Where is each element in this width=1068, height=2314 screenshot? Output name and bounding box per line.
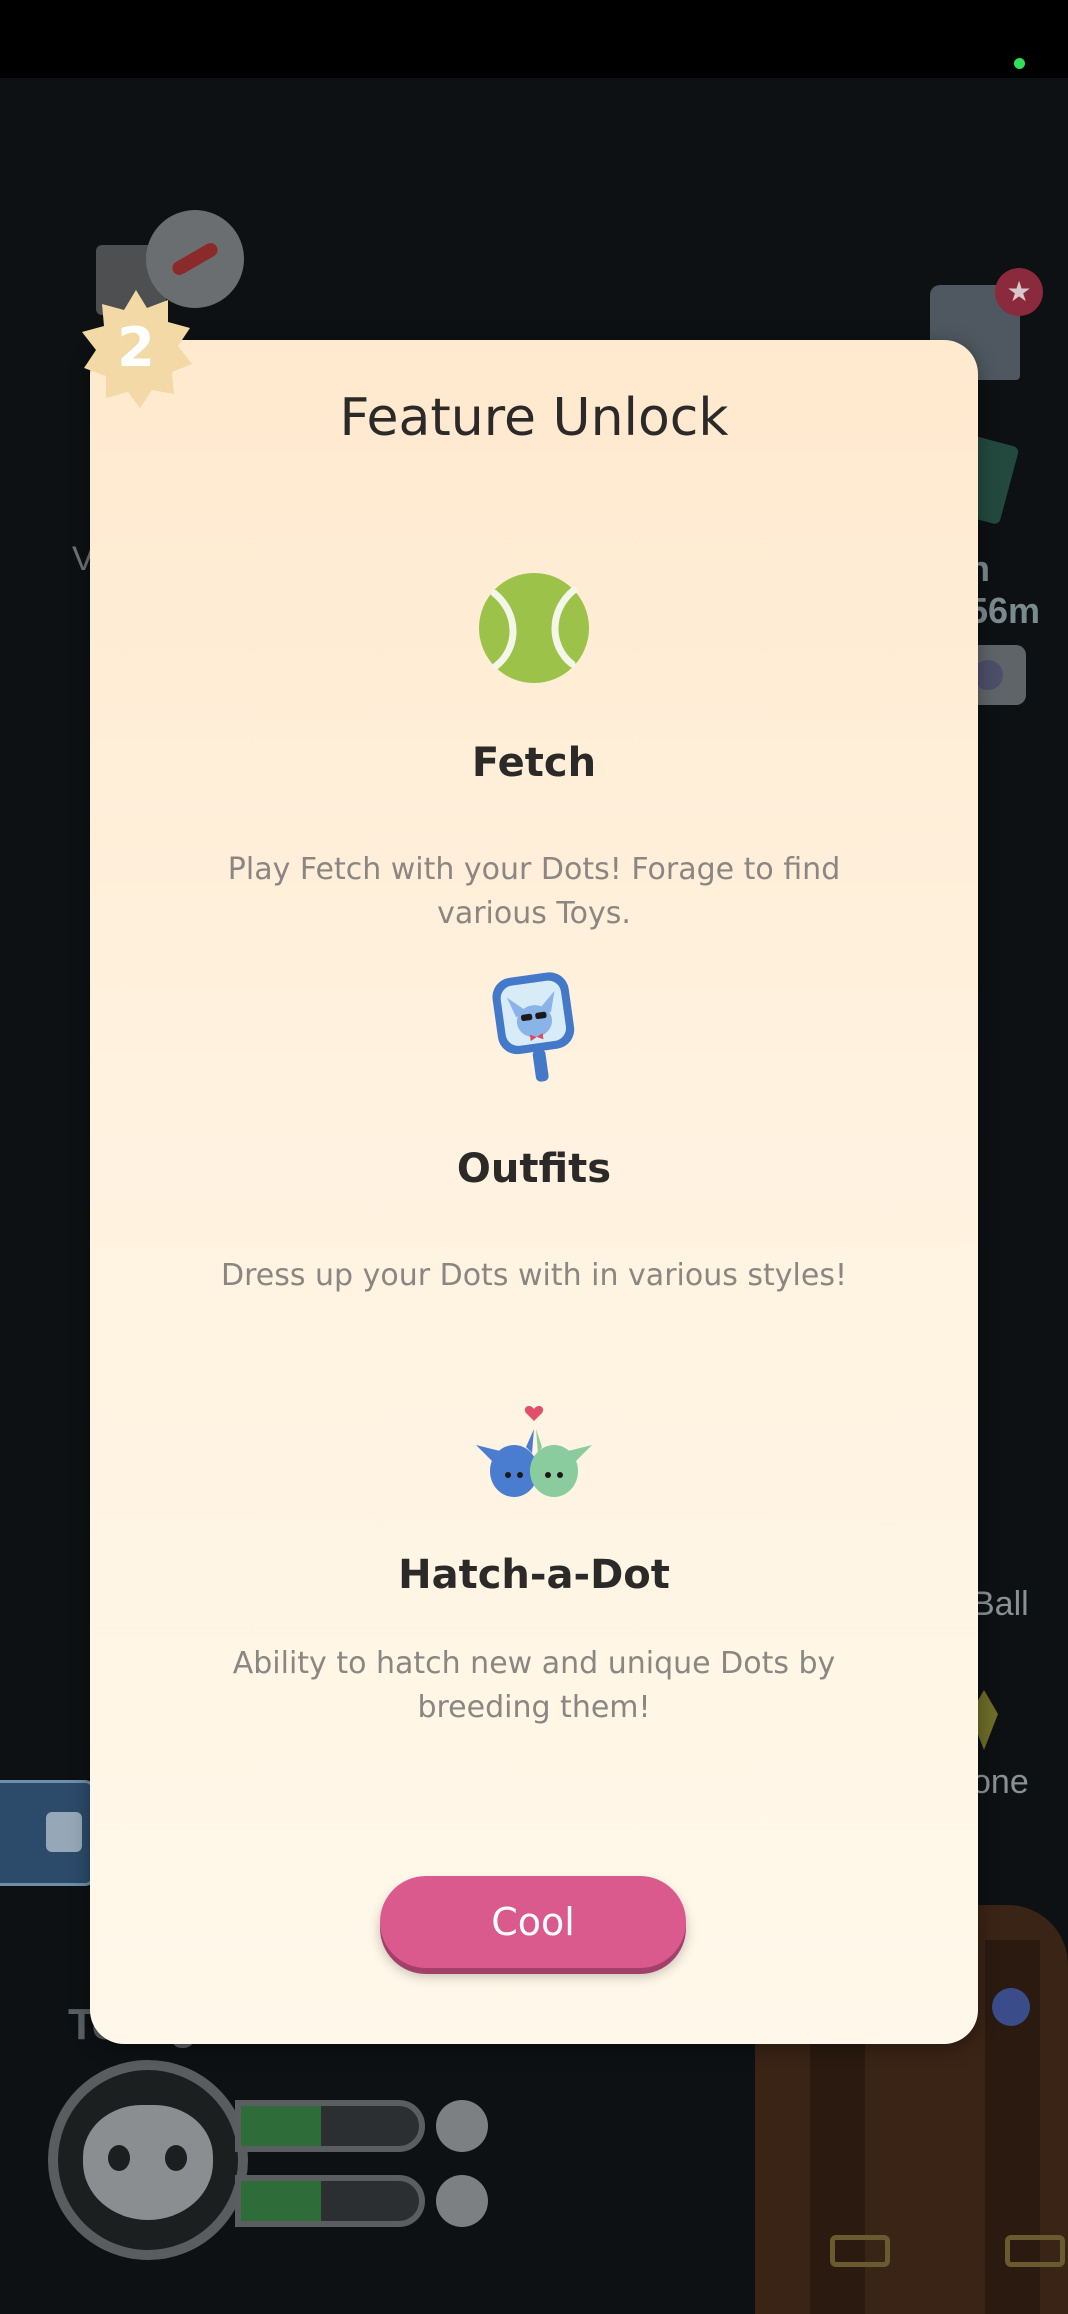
hatch-dots-icon [476,1406,592,1497]
modal-title: Feature Unlock [339,388,729,448]
feature-name-fetch: Fetch [471,740,597,786]
mirror-outfit-icon [492,972,575,1082]
cool-button[interactable]: Cool [380,1876,686,1968]
feature-name-outfits: Outfits [456,1146,612,1192]
feature-desc-fetch: Play Fetch with your Dots! Forage to fin… [227,852,841,931]
feature-desc-hatch-a-dot: Ability to hatch new and unique Dots by … [232,1646,836,1725]
feature-unlock-modal: Feature Unlock Fetch Play Fetch with you… [90,340,978,2044]
level-badge-number: 2 [117,316,155,379]
feature-name-hatch-a-dot: Hatch-a-Dot [398,1552,670,1598]
feature-desc-outfits: Dress up your Dots with in various style… [220,1258,847,1293]
tennis-ball-icon [479,573,589,683]
